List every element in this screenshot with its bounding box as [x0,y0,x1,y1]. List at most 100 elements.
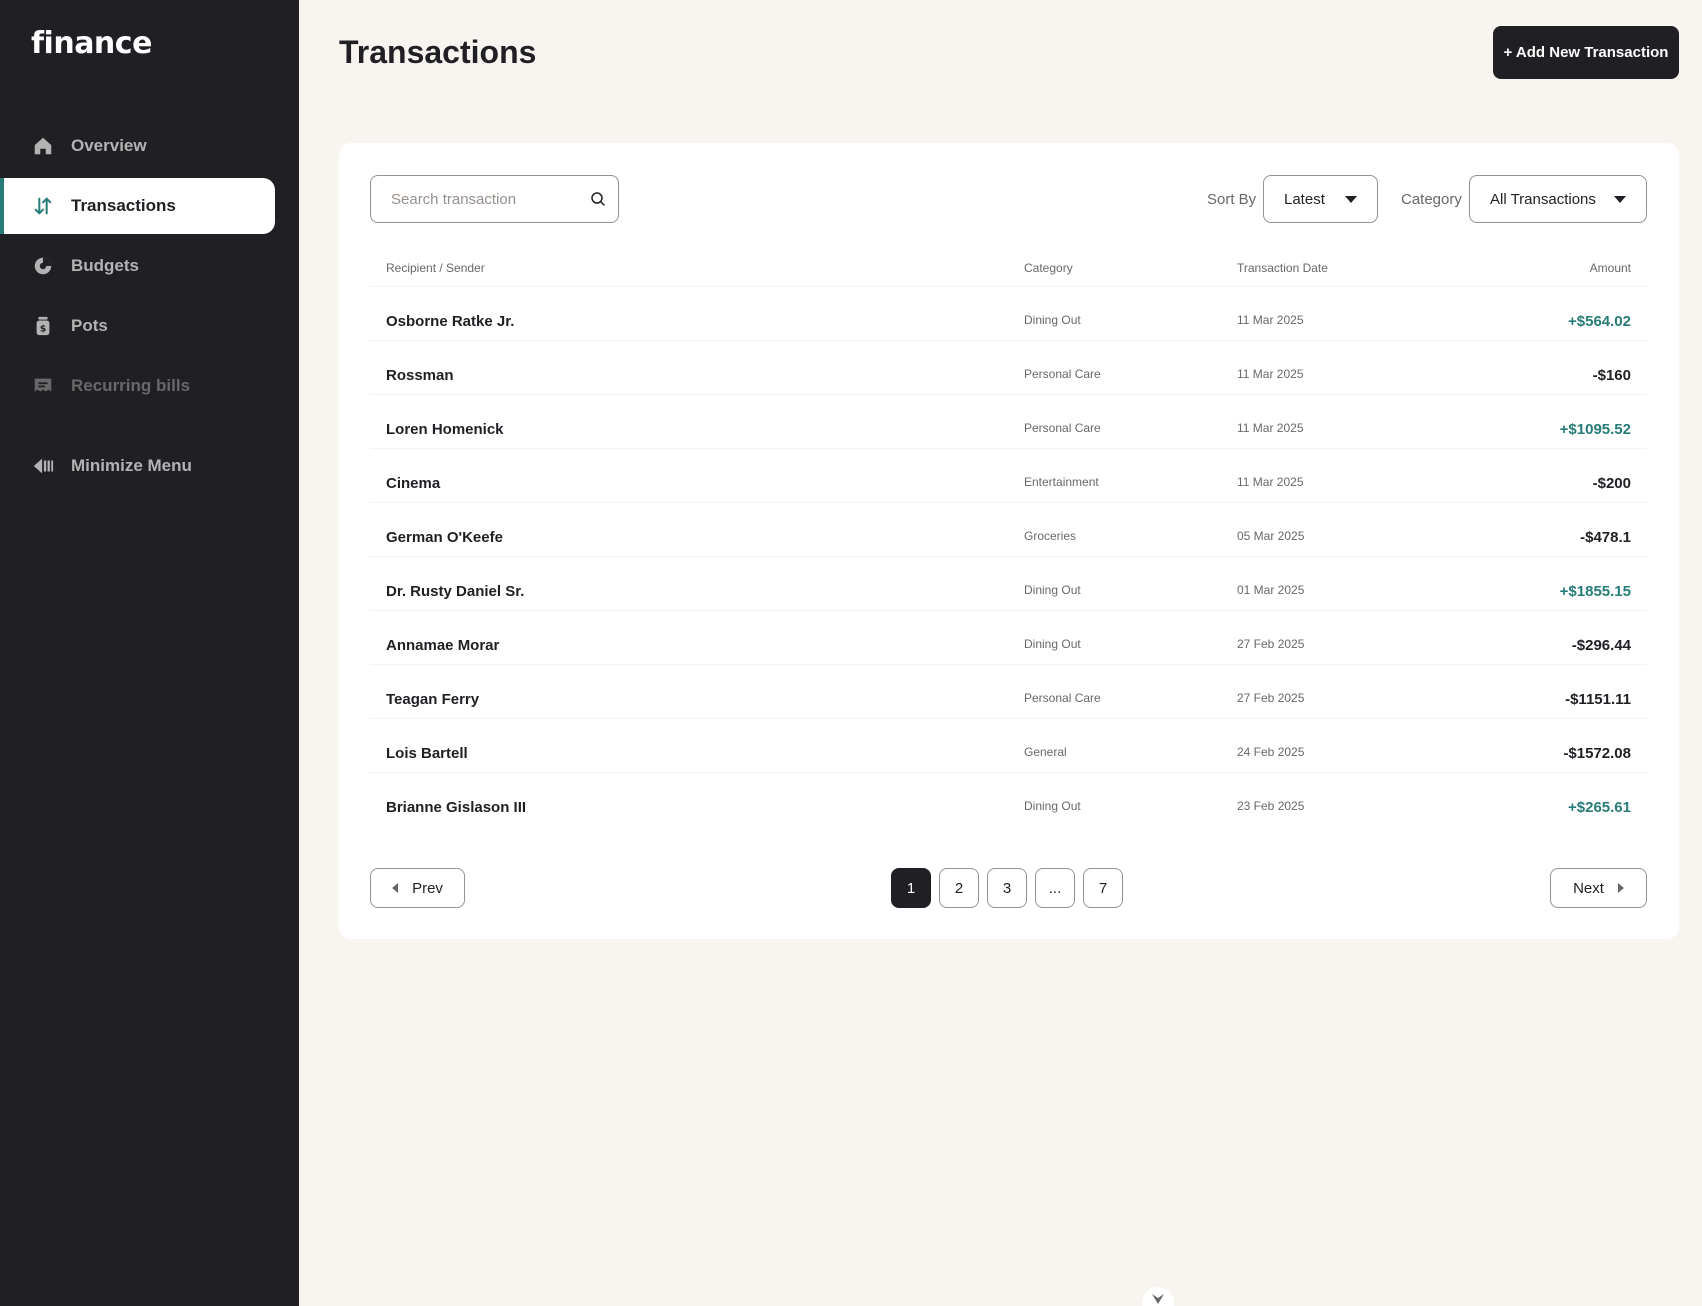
arrows-up-down-icon [32,195,54,217]
column-header-recipient: Recipient / Sender [386,261,485,275]
transaction-amount: +$564.02 [1568,313,1631,330]
transaction-date: 23 Feb 2025 [1237,799,1305,813]
transaction-category: Dining Out [1024,583,1081,597]
transaction-date: 11 Mar 2025 [1237,421,1304,435]
table-row[interactable]: German O'Keefe Groceries 05 Mar 2025 -$4… [370,503,1647,557]
transaction-amount: +$1855.15 [1559,583,1631,600]
recipient-name: German O'Keefe [386,529,503,546]
transaction-category: Dining Out [1024,799,1081,813]
table-row[interactable]: Cinema Entertainment 11 Mar 2025 -$200 [370,449,1647,503]
sidebar-item-recurring-bills[interactable]: Recurring bills [0,358,275,414]
minimize-menu-label: Minimize Menu [71,456,192,475]
column-header-amount: Amount [1589,261,1631,275]
transactions-card: Sort By Latest Category All Transactions… [339,143,1679,939]
page-button-7[interactable]: 7 [1083,868,1123,908]
sidebar-item-overview[interactable]: Overview [0,118,275,174]
transaction-date: 05 Mar 2025 [1237,529,1305,543]
minimize-menu-button[interactable]: Minimize Menu [0,438,275,494]
search-field[interactable] [370,175,619,223]
table-row[interactable]: Brianne Gislason III Dining Out 23 Feb 2… [370,773,1647,827]
sidebar-item-label: Overview [71,136,147,155]
sidebar: finance Overview Transactions Budgets $ … [0,0,299,1306]
caret-down-icon [1345,195,1357,203]
table-header: Recipient / Sender Category Transaction … [370,253,1647,287]
transaction-category: Dining Out [1024,637,1081,651]
transaction-date: 24 Feb 2025 [1237,745,1305,759]
category-dropdown[interactable]: All Transactions [1469,175,1647,223]
recipient-name: Loren Homenick [386,421,504,438]
transaction-amount: -$1572.08 [1563,745,1631,762]
prev-label: Prev [412,879,443,897]
category-value: All Transactions [1490,190,1596,208]
recipient-name: Annamae Morar [386,637,500,654]
page-ellipsis: ... [1035,868,1075,908]
prev-page-button[interactable]: Prev [370,868,465,908]
sidebar-item-transactions[interactable]: Transactions [0,178,275,234]
recipient-name: Lois Bartell [386,745,468,762]
table-row[interactable]: Annamae Morar Dining Out 27 Feb 2025 -$2… [370,611,1647,665]
page-button-1[interactable]: 1 [891,868,931,908]
transaction-category: Personal Care [1024,367,1101,381]
category-label: Category [1401,191,1462,208]
transaction-date: 27 Feb 2025 [1237,637,1305,651]
scroll-down-indicator[interactable] [1142,1287,1174,1306]
table-row[interactable]: Osborne Ratke Jr. Dining Out 11 Mar 2025… [370,287,1647,341]
transaction-amount: -$296.44 [1571,637,1631,654]
add-new-transaction-button[interactable]: + Add New Transaction [1493,26,1679,79]
page-button-3[interactable]: 3 [987,868,1027,908]
sort-by-dropdown[interactable]: Latest [1263,175,1378,223]
transaction-amount: +$1095.52 [1559,421,1631,438]
sidebar-nav: Overview Transactions Budgets $ Pots Rec… [0,118,299,498]
transaction-category: General [1024,745,1067,759]
transaction-category: Dining Out [1024,313,1081,327]
recipient-name: Teagan Ferry [386,691,480,708]
svg-text:$: $ [40,324,46,335]
transaction-date: 11 Mar 2025 [1237,367,1304,381]
sidebar-item-label: Budgets [71,256,139,275]
caret-right-icon [1617,883,1624,893]
transaction-date: 11 Mar 2025 [1237,313,1304,327]
chevron-down-icon [1152,1294,1164,1304]
next-page-button[interactable]: Next [1550,868,1647,908]
pie-chart-icon [32,255,54,277]
transaction-amount: -$1151.11 [1565,691,1631,708]
page-button-2[interactable]: 2 [939,868,979,908]
search-input[interactable] [391,190,590,208]
page-title: Transactions [339,34,537,70]
caret-down-icon [1614,195,1626,203]
sidebar-item-label: Recurring bills [71,376,191,395]
sidebar-item-pots[interactable]: $ Pots [0,298,275,354]
column-header-date: Transaction Date [1237,261,1328,275]
sort-by-value: Latest [1284,190,1325,208]
home-icon [32,135,54,157]
table-row[interactable]: Lois Bartell General 24 Feb 2025 -$1572.… [370,719,1647,773]
transactions-list: Osborne Ratke Jr. Dining Out 11 Mar 2025… [370,287,1647,827]
transaction-amount: +$265.61 [1568,799,1631,816]
transaction-category: Groceries [1024,529,1077,543]
table-row[interactable]: Rossman Personal Care 11 Mar 2025 -$160 [370,341,1647,395]
table-row[interactable]: Loren Homenick Personal Care 11 Mar 2025… [370,395,1647,449]
finance-logo: finance [31,26,152,61]
transaction-category: Personal Care [1024,421,1101,435]
receipt-icon [32,375,54,397]
recipient-name: Rossman [386,367,454,384]
recipient-name: Osborne Ratke Jr. [386,313,515,330]
minimize-arrow-icon [32,455,54,477]
sort-by-label: Sort By [1207,191,1257,208]
transaction-category: Personal Care [1024,691,1101,705]
table-row[interactable]: Teagan Ferry Personal Care 27 Feb 2025 -… [370,665,1647,719]
sidebar-item-label: Pots [71,316,108,335]
sidebar-item-label: Transactions [71,196,176,215]
transaction-amount: -$160 [1592,367,1631,384]
transaction-category: Entertainment [1024,475,1099,489]
column-header-category: Category [1024,261,1073,275]
sidebar-item-budgets[interactable]: Budgets [0,238,275,294]
transaction-date: 11 Mar 2025 [1237,475,1304,489]
table-row[interactable]: Dr. Rusty Daniel Sr. Dining Out 01 Mar 2… [370,557,1647,611]
recipient-name: Cinema [386,475,441,492]
money-jar-icon: $ [32,315,54,337]
caret-left-icon [392,883,399,893]
transaction-amount: -$200 [1592,475,1631,492]
main-content: Transactions + Add New Transaction Sort … [299,0,1702,1306]
search-icon[interactable] [590,191,606,207]
